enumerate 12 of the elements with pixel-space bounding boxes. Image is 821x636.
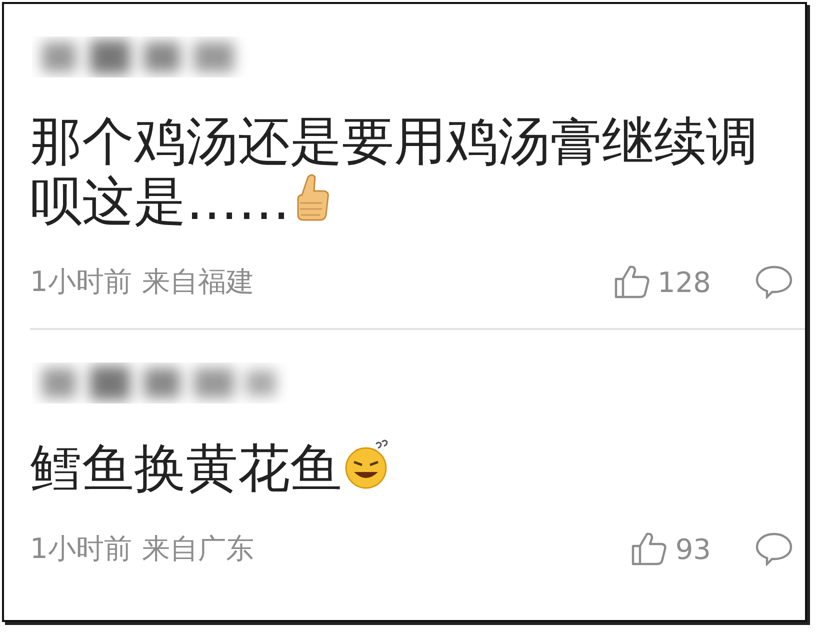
comment-icon[interactable] — [755, 265, 793, 299]
comment-icon[interactable] — [755, 532, 793, 566]
comment-text: 那个鸡汤还是要用鸡汤膏继续调呗这是…… — [30, 112, 759, 232]
comment-location: 来自福建 — [142, 264, 254, 300]
like-icon[interactable] — [614, 265, 650, 299]
comment-time: 1小时前 — [30, 264, 132, 300]
like-icon[interactable] — [631, 532, 668, 566]
like-count: 128 — [658, 266, 711, 298]
like-count: 93 — [675, 532, 711, 566]
comment-text: 鳕鱼换黄花鱼 — [30, 438, 793, 499]
comment-time: 1小时前 — [30, 531, 132, 567]
comment-location: 来自广东 — [142, 531, 254, 567]
